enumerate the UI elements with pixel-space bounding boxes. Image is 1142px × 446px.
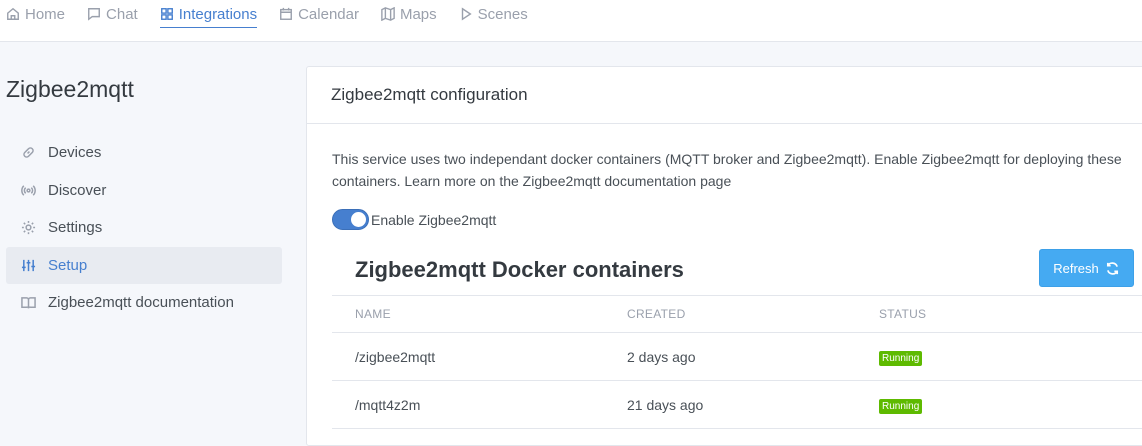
sidebar-item-label: Discover [48,181,107,199]
nav-item-label: Scenes [477,5,528,23]
sidebar-item-label: Setup [48,256,88,274]
play-icon [461,7,472,21]
column-header-name: NAME [355,307,391,321]
config-card: Zigbee2mqtt configuration This service u… [306,66,1142,446]
table-row: /mqtt4z2m 21 days ago Running [332,381,1142,429]
column-header-status: STATUS [879,307,927,321]
sidebar-item-devices[interactable]: Devices [6,134,282,172]
calendar-icon [280,7,293,20]
column-header-created: CREATED [627,307,686,321]
sidebar: Zigbee2mqtt Devices Discover Settings Se… [0,42,290,432]
table-row: /zigbee2mqtt 2 days ago Running [332,333,1142,381]
sidebar-item-label: Devices [48,144,102,162]
sidebar-item-label: Settings [48,219,103,237]
link-icon [23,147,34,159]
toggle-knob [351,212,366,227]
table-header: NAME CREATED STATUS [332,295,1142,333]
nav-item-label: Maps [399,5,437,23]
sidebar-item-settings[interactable]: Settings [6,209,282,247]
chat-icon [88,8,100,21]
containers-table: NAME CREATED STATUS /zigbee2mqtt 2 days … [332,295,1142,429]
refresh-icon [1106,261,1118,275]
radio-icon [21,185,36,196]
nav-item-label: Chat [106,5,138,23]
status-badge: Running [879,398,923,414]
container-status: Running [879,396,1142,414]
service-description: This service uses two independant docker… [332,151,1122,189]
container-status: Running [879,348,1142,366]
enable-toggle-row: Enable Zigbee2mqtt [332,209,496,230]
nav-item-label: Calendar [298,5,359,23]
grid-icon [160,8,173,20]
sidebar-item-discover[interactable]: Discover [6,172,282,210]
containers-title: Zigbee2mqtt Docker containers [355,257,684,282]
sliders-icon [21,259,36,271]
refresh-button[interactable]: Refresh [1039,249,1134,287]
nav-item-chat[interactable]: Chat [76,0,149,28]
book-icon [21,297,36,309]
nav-item-home[interactable]: Home [0,0,76,28]
nav-item-calendar[interactable]: Calendar [268,0,370,28]
container-name: /mqtt4z2m [355,396,421,413]
home-icon [7,7,19,20]
nav-item-maps[interactable]: Maps [370,0,448,28]
top-nav: Home Chat Integrations Calendar Maps Sce… [0,0,1142,42]
container-created: 2 days ago [627,348,696,365]
gear-icon [21,221,36,235]
container-name: /zigbee2mqtt [355,348,436,365]
map-icon [381,7,395,21]
enable-toggle[interactable] [332,209,369,230]
sidebar-title: Zigbee2mqtt [6,76,134,102]
sidebar-menu: Devices Discover Settings Setup Zigbee2m… [6,134,282,322]
nav-item-label: Home [25,5,66,23]
refresh-button-label: Refresh [1053,260,1099,276]
nav-item-integrations[interactable]: Integrations [149,0,268,28]
sidebar-item-label: Zigbee2mqtt documentation [48,294,234,312]
sidebar-item-documentation[interactable]: Zigbee2mqtt documentation [6,284,282,322]
nav-item-scenes[interactable]: Scenes [448,0,539,28]
container-created: 21 days ago [627,396,704,413]
enable-toggle-label: Enable Zigbee2mqtt [371,211,497,228]
nav-item-label: Integrations [178,5,258,23]
sidebar-item-setup[interactable]: Setup [6,246,282,284]
status-badge: Running [879,350,923,366]
card-header: Zigbee2mqtt configuration [307,67,1142,124]
